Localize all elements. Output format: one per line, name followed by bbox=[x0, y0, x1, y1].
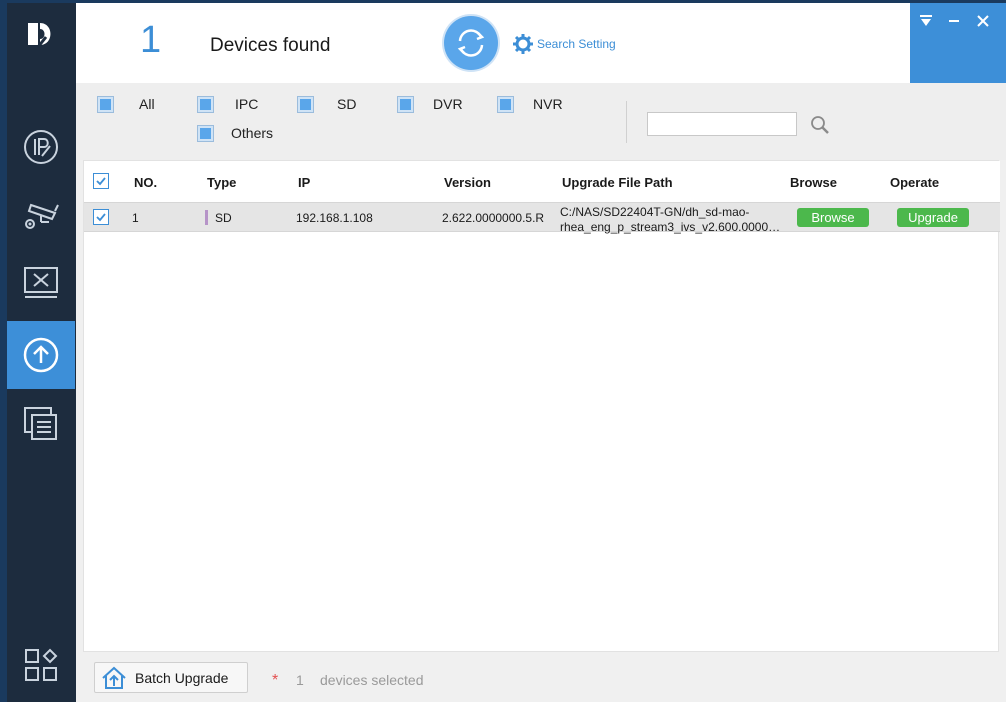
dropdown-menu-button[interactable] bbox=[916, 11, 936, 31]
sidebar-item-upgrade[interactable] bbox=[7, 321, 75, 389]
device-count: 1 bbox=[140, 19, 162, 61]
upload-home-icon bbox=[102, 666, 126, 689]
table-header: NO. Type IP Version Upgrade File Path Br… bbox=[84, 161, 1000, 202]
checkmark-icon bbox=[96, 213, 106, 222]
filter-dvr-label: DVR bbox=[433, 96, 463, 112]
dropdown-icon bbox=[920, 15, 932, 26]
filter-others-checkbox[interactable] bbox=[197, 124, 214, 142]
selected-count: 1 bbox=[296, 672, 304, 688]
sidebar-item-ip-modify[interactable] bbox=[7, 113, 75, 181]
minimize-icon bbox=[949, 20, 959, 22]
minimize-button[interactable] bbox=[944, 11, 964, 31]
filter-dvr[interactable]: DVR bbox=[397, 95, 463, 113]
type-color-marker bbox=[205, 210, 208, 225]
column-header-ip: IP bbox=[298, 175, 311, 190]
filter-ipc-label: IPC bbox=[235, 96, 259, 112]
upgrade-arrow-icon bbox=[23, 337, 59, 373]
column-header-browse: Browse bbox=[790, 175, 837, 190]
row-type: SD bbox=[215, 211, 232, 225]
filter-sd[interactable]: SD bbox=[297, 95, 357, 113]
column-header-no: NO. bbox=[134, 175, 158, 190]
sidebar-item-device-config[interactable] bbox=[7, 181, 75, 249]
table-row[interactable]: 1 SD 192.168.1.108 2.622.0000000.5.R C:/… bbox=[84, 202, 1000, 235]
required-star: * bbox=[272, 672, 279, 689]
footer: Batch Upgrade * 1 devices selected bbox=[76, 652, 1006, 702]
filter-all[interactable]: All bbox=[97, 95, 155, 113]
devices-found-label: Devices found bbox=[210, 35, 331, 56]
search-setting-label: Search Setting bbox=[537, 37, 616, 51]
column-header-operate: Operate bbox=[890, 175, 940, 190]
sidebar-item-apps[interactable] bbox=[7, 631, 75, 699]
select-all-checkbox[interactable] bbox=[93, 173, 109, 189]
sidebar-item-system-settings[interactable] bbox=[7, 249, 75, 317]
path-line-1: C:/NAS/SD22404T-GN/dh_sd-mao- bbox=[560, 205, 750, 219]
batch-upgrade-label: Batch Upgrade bbox=[135, 669, 229, 686]
search-button[interactable] bbox=[810, 115, 830, 140]
filter-divider bbox=[626, 101, 627, 143]
device-table: NO. Type IP Version Upgrade File Path Br… bbox=[83, 160, 1000, 652]
filter-all-label: All bbox=[139, 96, 155, 112]
sidebar bbox=[7, 3, 76, 702]
filter-others-label: Others bbox=[231, 125, 274, 141]
search-input[interactable] bbox=[647, 112, 797, 136]
row-no: 1 bbox=[132, 211, 139, 225]
filter-nvr-label: NVR bbox=[533, 96, 563, 112]
browse-button[interactable]: Browse bbox=[797, 208, 869, 227]
filter-nvr[interactable]: NVR bbox=[497, 95, 563, 113]
row-ip: 192.168.1.108 bbox=[296, 211, 373, 225]
refresh-button[interactable] bbox=[444, 16, 498, 70]
tools-monitor-icon bbox=[24, 267, 58, 298]
filter-ipc-checkbox[interactable] bbox=[197, 95, 214, 113]
path-line-2: rhea_eng_p_stream3_ivs_v2.600.0000000 bbox=[560, 220, 786, 234]
filter-dvr-checkbox[interactable] bbox=[397, 95, 414, 113]
search-setting-button[interactable]: Search Setting bbox=[513, 34, 616, 54]
column-header-type: Type bbox=[207, 175, 237, 190]
apps-grid-icon bbox=[25, 648, 58, 681]
app-window: 1 Devices found Search Setting All IPC S… bbox=[7, 3, 1006, 702]
batch-upgrade-button[interactable]: Batch Upgrade bbox=[94, 662, 248, 693]
row-upgrade-file-path: C:/NAS/SD22404T-GN/dh_sd-mao- rhea_eng_p… bbox=[560, 205, 786, 235]
filter-others[interactable]: Others bbox=[197, 124, 274, 142]
close-icon bbox=[977, 15, 989, 27]
refresh-icon bbox=[457, 29, 485, 57]
sidebar-item-log[interactable] bbox=[7, 389, 75, 457]
checkmark-icon bbox=[96, 177, 106, 186]
device-type-filters: All IPC SD DVR NVR Others bbox=[76, 83, 1006, 160]
document-list-icon bbox=[24, 407, 57, 440]
titlebar-controls bbox=[910, 3, 1006, 83]
column-header-upgrade-file-path: Upgrade File Path bbox=[562, 175, 673, 190]
row-checkbox[interactable] bbox=[93, 209, 109, 225]
filter-sd-label: SD bbox=[337, 96, 357, 112]
filter-ipc[interactable]: IPC bbox=[197, 95, 259, 113]
column-header-version: Version bbox=[444, 175, 491, 190]
filter-all-checkbox[interactable] bbox=[97, 95, 114, 113]
app-logo-icon bbox=[24, 17, 60, 53]
header: 1 Devices found Search Setting bbox=[76, 3, 1006, 83]
camera-settings-icon bbox=[25, 203, 59, 229]
upgrade-button[interactable]: Upgrade bbox=[897, 208, 969, 227]
filter-nvr-checkbox[interactable] bbox=[497, 95, 514, 113]
row-version: 2.622.0000000.5.R bbox=[442, 211, 545, 225]
filter-sd-checkbox[interactable] bbox=[297, 95, 314, 113]
gear-icon bbox=[513, 34, 533, 54]
selected-label: devices selected bbox=[320, 672, 424, 688]
close-button[interactable] bbox=[973, 11, 993, 31]
ip-modify-icon bbox=[24, 130, 58, 164]
search-icon bbox=[811, 116, 829, 134]
